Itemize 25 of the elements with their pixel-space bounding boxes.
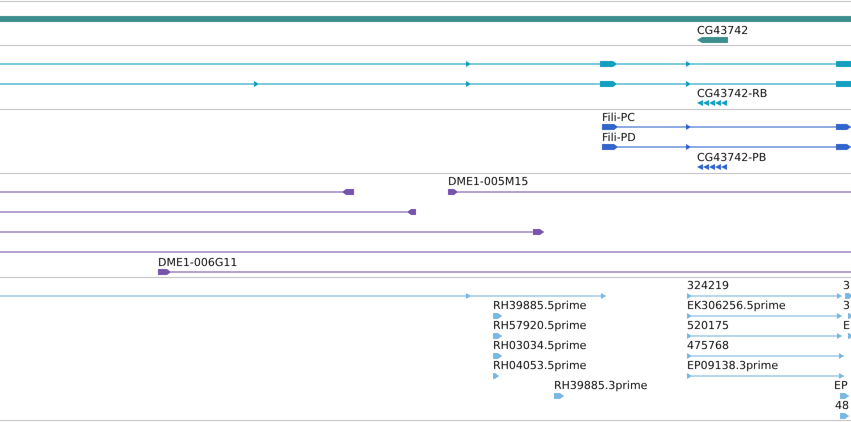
feature-label: CG43742 bbox=[697, 24, 748, 37]
feature-label: 520175 bbox=[687, 319, 729, 332]
feature-label: EP09138.3prime bbox=[687, 359, 778, 372]
feature-label: EP bbox=[834, 379, 848, 392]
feature-label: E bbox=[843, 319, 850, 332]
feature-label: CG43742-PB bbox=[697, 151, 766, 164]
feature-label: CG43742-RB bbox=[697, 87, 768, 100]
feature-label: 475768 bbox=[687, 339, 729, 352]
feature-label: 3 bbox=[843, 299, 850, 312]
feature-label: RH03034.5prime bbox=[493, 339, 586, 352]
feature-label: RH04053.5prime bbox=[493, 359, 586, 372]
feature-label: 48 bbox=[835, 399, 849, 412]
feature-label: RH57920.5prime bbox=[493, 319, 586, 332]
feature-label: 3 bbox=[843, 279, 850, 292]
gene-drawing bbox=[697, 37, 728, 43]
feature-label: Fili-PC bbox=[602, 111, 635, 124]
feature-label: DME1-005M15 bbox=[448, 175, 528, 188]
feature-label: 324219 bbox=[687, 279, 729, 292]
feature-label: Fili-PD bbox=[602, 131, 636, 144]
feature-label: RH39885.5prime bbox=[493, 299, 586, 312]
feature-label: DME1-006G11 bbox=[158, 256, 238, 269]
feature-label: RH39885.3prime bbox=[554, 379, 648, 392]
feature-label: EK306256.5prime bbox=[687, 299, 786, 312]
exon-block bbox=[836, 61, 851, 67]
exon-block bbox=[836, 81, 851, 87]
